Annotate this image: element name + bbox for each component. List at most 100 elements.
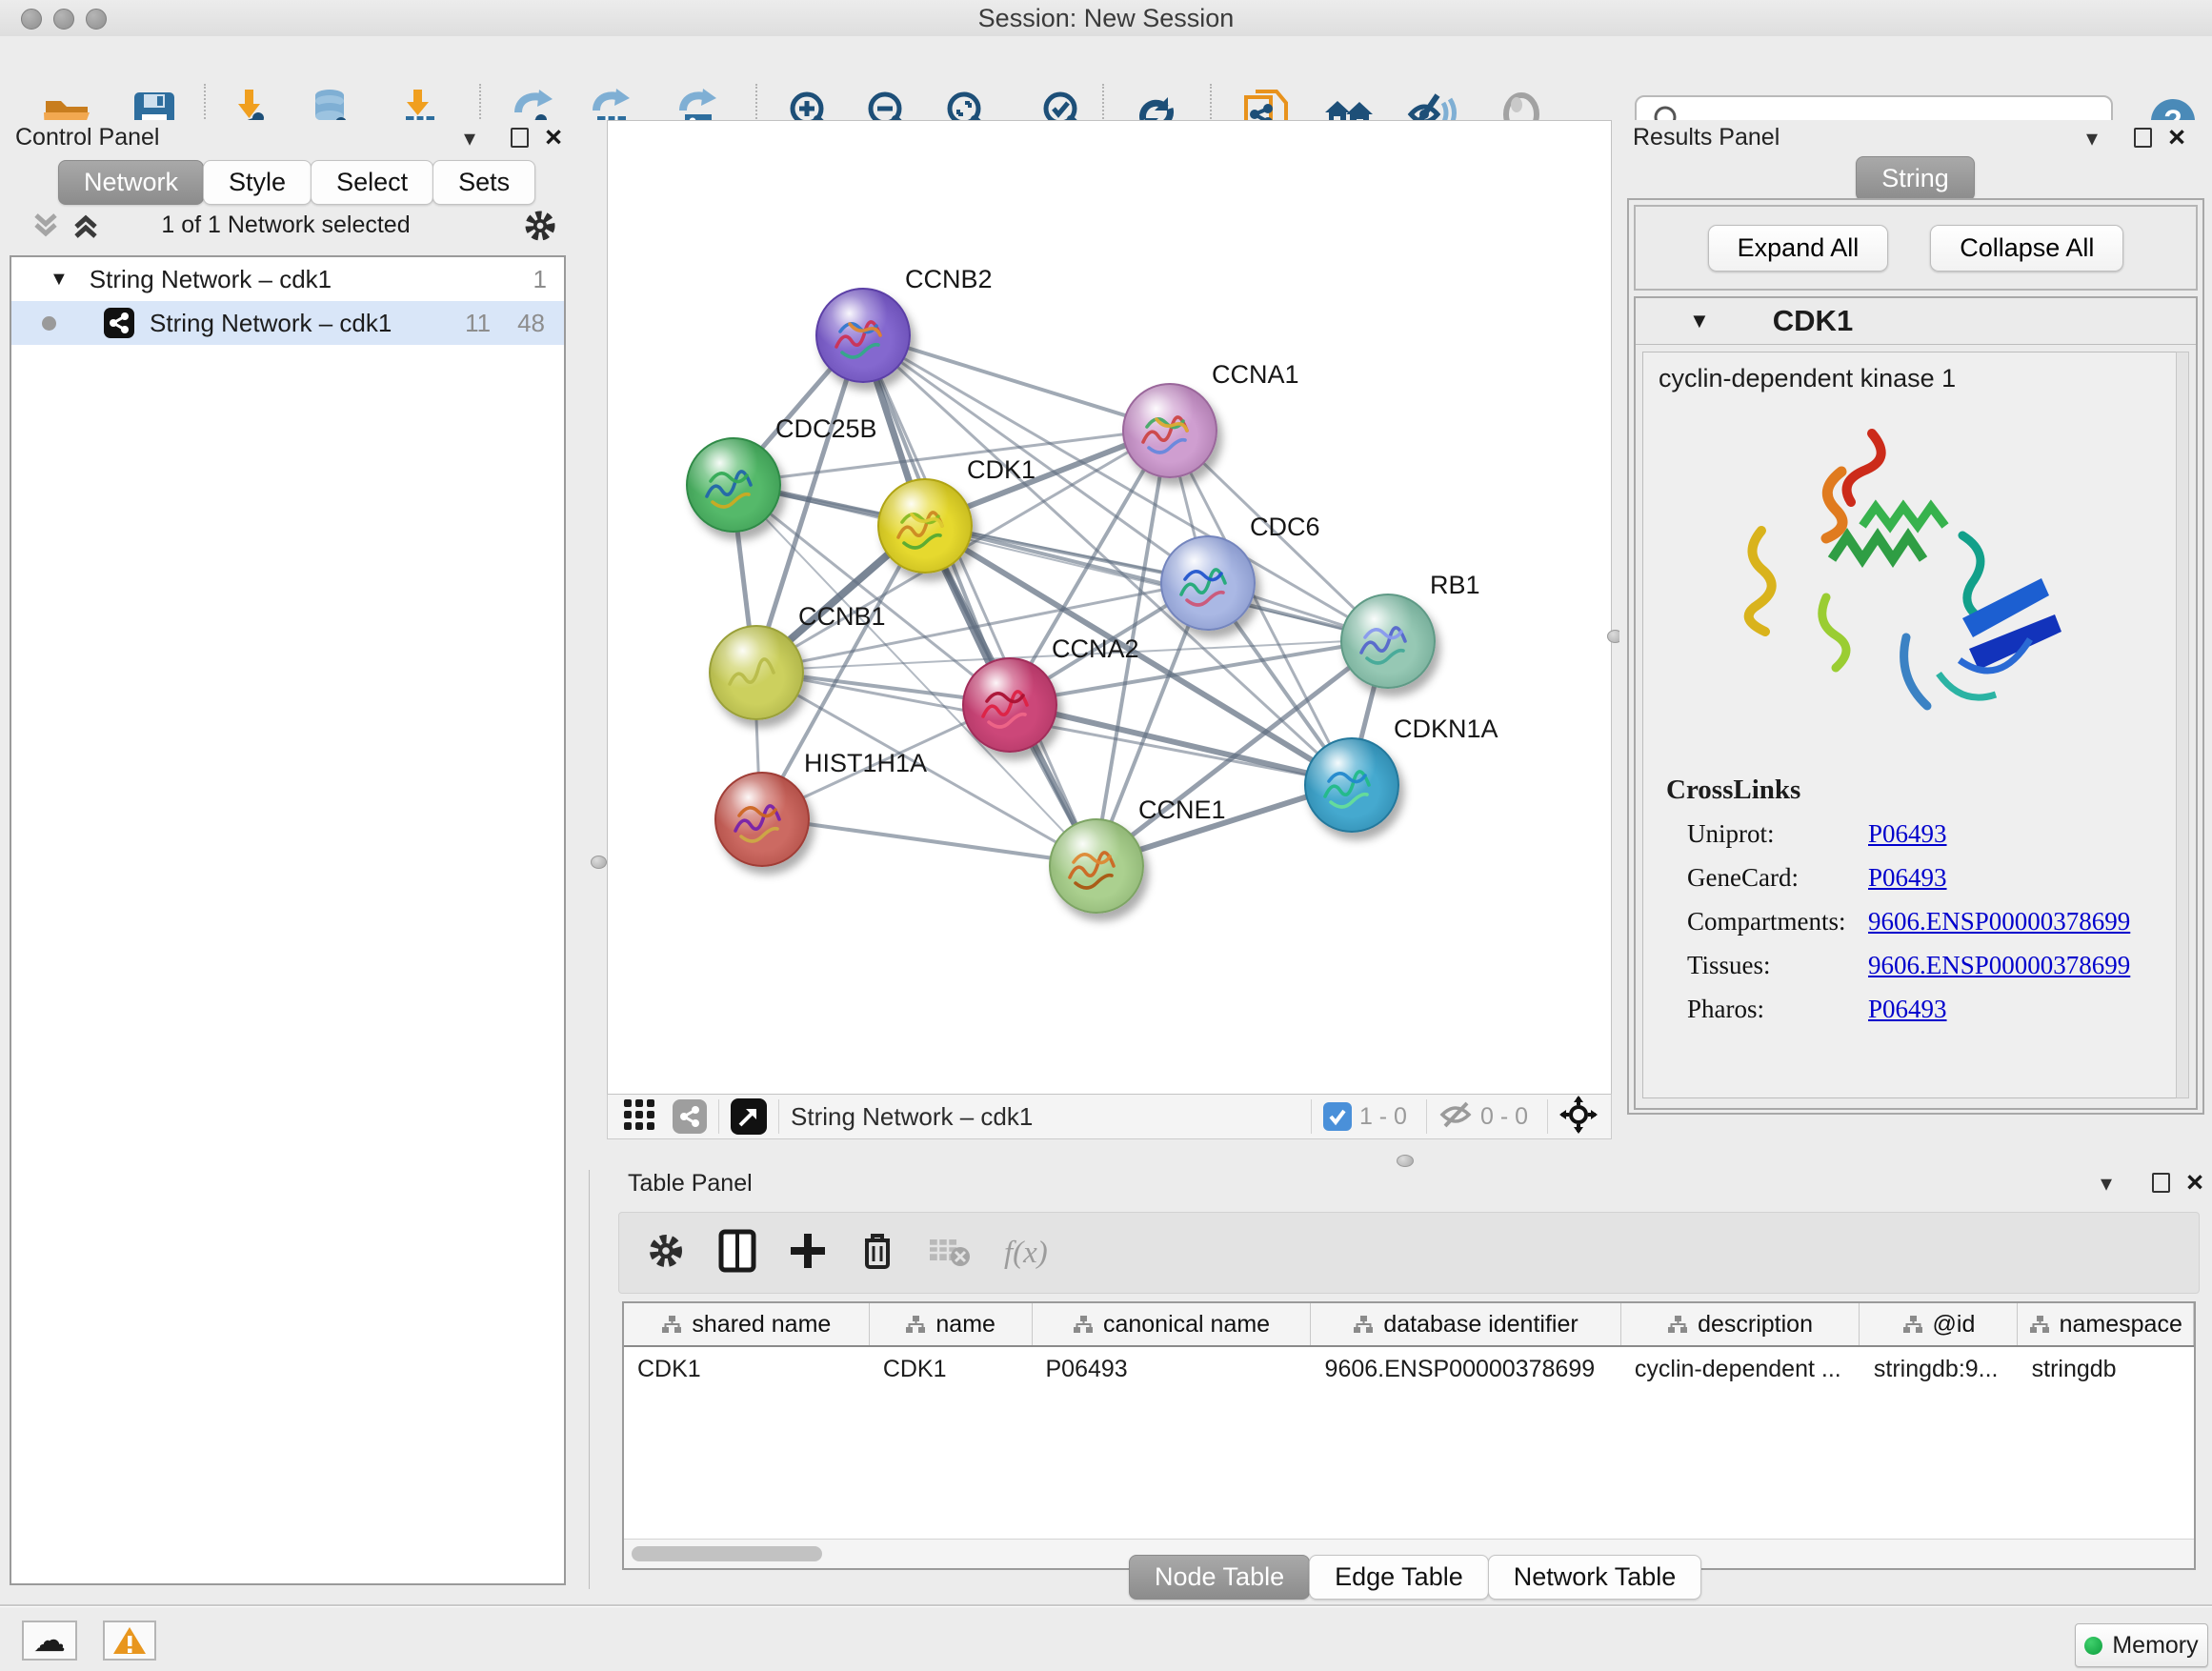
crosslink-link[interactable]: 9606.ENSP00000378699 xyxy=(1868,907,2130,936)
table-row[interactable]: CDK1CDK1P064939606.ENSP00000378699cyclin… xyxy=(624,1347,2194,1391)
crosslink-row: Compartments:9606.ENSP00000378699 xyxy=(1687,899,2176,943)
table-cell[interactable]: CDK1 xyxy=(624,1356,870,1383)
collapse-all-networks-icon[interactable] xyxy=(29,210,63,247)
gear-icon[interactable] xyxy=(522,208,558,248)
column-header--id[interactable]: @id xyxy=(1860,1303,2018,1345)
scrollbar-thumb[interactable] xyxy=(632,1546,822,1561)
delete-table-icon[interactable] xyxy=(928,1234,972,1273)
table-cell[interactable]: stringdb xyxy=(2019,1356,2194,1383)
protein-thumbnail xyxy=(1162,537,1254,629)
column-header-database-identifier[interactable]: database identifier xyxy=(1311,1303,1620,1345)
table-settings-gear-icon[interactable] xyxy=(646,1231,686,1276)
crosslink-link[interactable]: P06493 xyxy=(1868,819,1947,849)
open-in-new-window-icon[interactable] xyxy=(731,1098,767,1135)
panel-menu-icon[interactable]: ▾ xyxy=(2101,1170,2112,1198)
column-label: description xyxy=(1698,1311,1813,1339)
float-panel-icon[interactable] xyxy=(2134,128,2152,148)
network-node-cdc25b[interactable] xyxy=(686,437,781,533)
column-header-canonical-name[interactable]: canonical name xyxy=(1033,1303,1312,1345)
close-panel-icon[interactable]: × xyxy=(2168,128,2185,147)
column-header-description[interactable]: description xyxy=(1621,1303,1860,1345)
network-row-selected[interactable]: String Network – cdk1 11 48 xyxy=(11,301,564,345)
tab-sets[interactable]: Sets xyxy=(432,160,535,205)
column-header-namespace[interactable]: namespace xyxy=(2018,1303,2194,1345)
create-column-icon[interactable] xyxy=(789,1230,827,1277)
selected-checkbox-icon[interactable] xyxy=(1323,1102,1352,1131)
float-panel-icon[interactable] xyxy=(2152,1173,2170,1193)
node-label-cdk1: CDK1 xyxy=(967,455,1036,485)
delete-column-icon[interactable] xyxy=(859,1229,895,1278)
close-panel-icon[interactable]: × xyxy=(545,128,562,147)
column-header-shared-name[interactable]: shared name xyxy=(624,1303,870,1345)
section-expand-icon[interactable]: ▼ xyxy=(1689,309,1710,333)
column-type-icon xyxy=(661,1315,682,1334)
expand-all-button[interactable]: Expand All xyxy=(1708,225,1889,272)
network-canvas[interactable]: CCNB2CCNA1CDC25BCDK1CDC6RB1CCNB1CCNA2CDK… xyxy=(607,120,1612,1095)
cloud-icon[interactable]: ☁ xyxy=(22,1621,77,1661)
network-type-badge-icon[interactable] xyxy=(673,1099,707,1134)
hidden-eye-icon[interactable] xyxy=(1438,1100,1473,1134)
network-edge[interactable] xyxy=(861,333,1095,864)
tab-node-table[interactable]: Node Table xyxy=(1129,1555,1310,1600)
table-panel-title: Table Panel xyxy=(628,1170,753,1198)
tab-string[interactable]: String xyxy=(1856,156,1975,201)
network-edge[interactable] xyxy=(760,817,1095,864)
network-collection-row[interactable]: ▼ String Network – cdk1 1 xyxy=(11,257,564,301)
crosslink-link[interactable]: P06493 xyxy=(1868,995,1947,1024)
birdseye-view-icon[interactable] xyxy=(1559,1096,1598,1138)
results-scrollbar[interactable] xyxy=(2176,352,2189,1098)
table-cell[interactable]: cyclin-dependent ... xyxy=(1621,1356,1860,1383)
control-panel-title: Control Panel xyxy=(15,124,159,151)
warning-icon[interactable] xyxy=(103,1621,156,1661)
panel-menu-icon[interactable]: ▾ xyxy=(464,125,475,152)
tab-edge-table[interactable]: Edge Table xyxy=(1309,1555,1489,1600)
table-cell[interactable]: stringdb:9... xyxy=(1860,1356,2019,1383)
expand-all-networks-icon[interactable] xyxy=(69,210,103,247)
protein-thumbnail xyxy=(1306,739,1398,831)
table-cell[interactable]: P06493 xyxy=(1032,1356,1311,1383)
table-cell[interactable]: CDK1 xyxy=(870,1356,1033,1383)
network-selection-status: 1 of 1 Network selected xyxy=(114,211,457,239)
memory-label: Memory xyxy=(2112,1632,2198,1660)
network-node-cdkn1a[interactable] xyxy=(1304,737,1399,833)
crosslink-row: Pharos:P06493 xyxy=(1687,987,2176,1031)
tab-select[interactable]: Select xyxy=(311,160,433,205)
network-node-ccne1[interactable] xyxy=(1049,818,1144,914)
panel-menu-icon[interactable]: ▾ xyxy=(2086,125,2098,152)
left-splitter-handle[interactable] xyxy=(591,856,607,869)
table-tabs: Node TableEdge TableNetwork Table xyxy=(1130,1555,1701,1600)
collection-expand-icon[interactable]: ▼ xyxy=(50,269,69,291)
network-node-ccnb1[interactable] xyxy=(709,625,804,720)
column-label: name xyxy=(935,1311,995,1339)
close-panel-icon[interactable]: × xyxy=(2186,1173,2203,1192)
float-panel-icon[interactable] xyxy=(511,128,529,148)
network-node-hist1h1a[interactable] xyxy=(714,772,810,867)
network-node-ccna2[interactable] xyxy=(962,657,1057,753)
network-list: ▼ String Network – cdk1 1 String Network… xyxy=(10,255,566,1585)
table-cell[interactable]: 9606.ENSP00000378699 xyxy=(1312,1356,1621,1383)
network-view-toolbar: String Network – cdk1 1 - 0 0 - 0 xyxy=(607,1094,1612,1139)
grid-view-icon[interactable] xyxy=(623,1098,655,1136)
divider xyxy=(1311,1099,1312,1134)
network-node-rb1[interactable] xyxy=(1340,594,1436,689)
crosslink-link[interactable]: 9606.ENSP00000378699 xyxy=(1868,951,2130,980)
column-label: canonical name xyxy=(1103,1311,1270,1339)
network-node-cdk1[interactable] xyxy=(877,478,973,574)
column-header-name[interactable]: name xyxy=(870,1303,1033,1345)
network-node-cdc6[interactable] xyxy=(1160,535,1256,631)
protein-section-header[interactable]: ▼ CDK1 xyxy=(1636,298,2196,345)
tab-style[interactable]: Style xyxy=(203,160,312,205)
bottom-splitter-handle[interactable] xyxy=(1397,1155,1414,1167)
network-edge[interactable] xyxy=(1008,703,1350,783)
crosslink-link[interactable]: P06493 xyxy=(1868,863,1947,893)
network-node-ccnb2[interactable] xyxy=(815,288,911,383)
network-node-ccna1[interactable] xyxy=(1122,383,1217,478)
show-columns-icon[interactable] xyxy=(718,1229,756,1278)
node-label-cdc6: CDC6 xyxy=(1250,513,1320,542)
memory-button[interactable]: Memory xyxy=(2075,1623,2208,1667)
tab-network-table[interactable]: Network Table xyxy=(1488,1555,1702,1600)
tab-network[interactable]: Network xyxy=(58,160,204,205)
collapse-all-button[interactable]: Collapse All xyxy=(1930,225,2123,272)
function-builder-icon[interactable]: f(x) xyxy=(1004,1236,1048,1271)
collection-name: String Network – cdk1 xyxy=(90,265,332,294)
